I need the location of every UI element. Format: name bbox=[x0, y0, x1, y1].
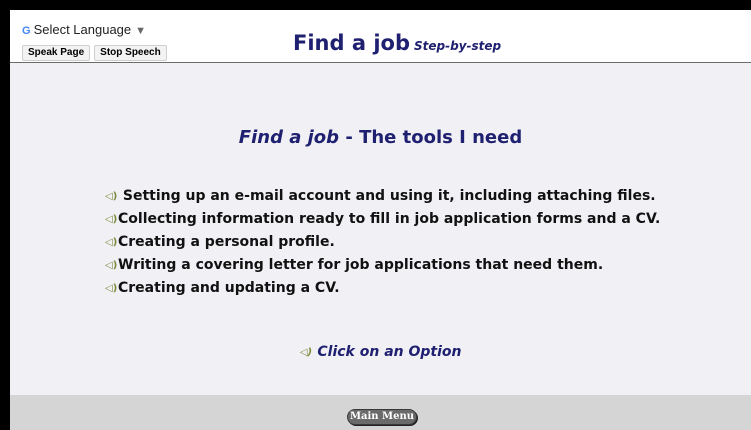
list-item[interactable]: ◁)Writing a covering letter for job appl… bbox=[105, 255, 660, 278]
main-content: Find a job - The tools I need ◁) Setting… bbox=[10, 63, 751, 395]
speaker-icon[interactable]: ◁) bbox=[300, 347, 313, 358]
list-item[interactable]: ◁)Creating and updating a CV. bbox=[105, 278, 660, 301]
speaker-icon[interactable]: ◁) bbox=[105, 279, 118, 299]
speak-page-button[interactable]: Speak Page bbox=[22, 45, 91, 61]
dropdown-arrow-icon: ▼ bbox=[135, 25, 147, 37]
speech-controls: Speak Page Stop Speech bbox=[22, 40, 171, 61]
list-item-label: Creating a personal profile. bbox=[118, 234, 335, 250]
list-item-label: Writing a covering letter for job applic… bbox=[118, 257, 604, 273]
page-title: Find a job Step-by-step bbox=[293, 31, 501, 55]
list-item[interactable]: ◁) Setting up an e-mail account and usin… bbox=[105, 186, 660, 209]
main-menu-button[interactable]: Main Menu bbox=[347, 409, 417, 425]
section-heading: Find a job - The tools I need bbox=[10, 127, 751, 148]
google-g-icon: G bbox=[22, 25, 31, 37]
list-item-label: Collecting information ready to fill in … bbox=[118, 211, 661, 227]
page-footer: Main Menu bbox=[10, 395, 751, 430]
click-option-label: Click on an Option bbox=[317, 344, 462, 360]
window-frame-left bbox=[0, 0, 10, 430]
language-select-label: Select Language bbox=[33, 22, 132, 37]
stop-speech-button[interactable]: Stop Speech bbox=[94, 45, 167, 61]
speaker-icon[interactable]: ◁) bbox=[105, 187, 118, 207]
page-title-subtitle: Step-by-step bbox=[413, 39, 502, 53]
section-heading-italic: Find a job bbox=[238, 127, 340, 148]
list-item[interactable]: ◁)Creating a personal profile. bbox=[105, 232, 660, 255]
window-frame-top bbox=[0, 0, 751, 10]
section-heading-rest: - The tools I need bbox=[339, 127, 523, 148]
page-title-main: Find a job bbox=[293, 31, 410, 55]
list-item[interactable]: ◁)Collecting information ready to fill i… bbox=[105, 209, 660, 232]
tools-list: ◁) Setting up an e-mail account and usin… bbox=[105, 186, 660, 301]
speaker-icon[interactable]: ◁) bbox=[105, 210, 118, 230]
list-item-label: Creating and updating a CV. bbox=[118, 280, 340, 296]
speaker-icon[interactable]: ◁) bbox=[105, 256, 118, 276]
list-item-label: Setting up an e-mail account and using i… bbox=[122, 188, 656, 204]
page-header: G Select Language ▼ Speak Page Stop Speech … bbox=[10, 10, 751, 63]
speaker-icon[interactable]: ◁) bbox=[105, 233, 118, 253]
click-option-prompt: ◁) Click on an Option bbox=[10, 344, 751, 360]
language-select[interactable]: G Select Language ▼ bbox=[22, 21, 146, 39]
